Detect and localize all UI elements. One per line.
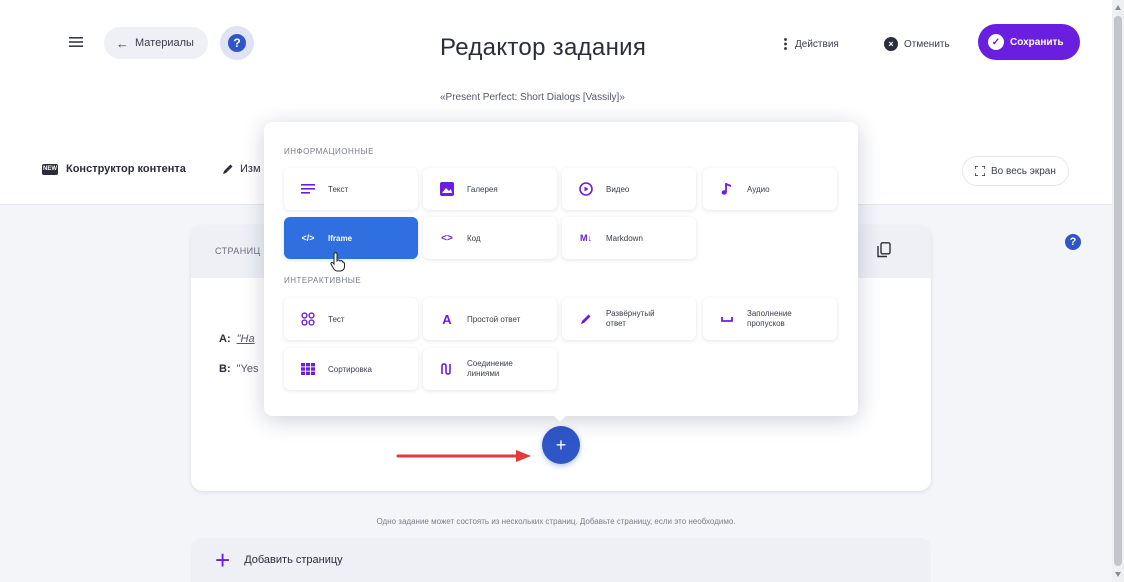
music-note-icon [719, 182, 735, 196]
block-simple-answer[interactable]: A Простой ответ [423, 298, 557, 340]
pencil-icon [223, 164, 233, 174]
copy-icon[interactable] [877, 242, 891, 258]
hand-cursor-icon [330, 252, 345, 272]
pen-icon [578, 313, 594, 325]
kebab-icon [784, 38, 787, 50]
play-icon [578, 182, 594, 196]
actions-button[interactable]: Действия [772, 29, 851, 59]
tab-content-constructor[interactable]: NEW Конструктор контента [42, 163, 186, 175]
section-interactive: ИНТЕРАКТИВНЫЕ [284, 276, 362, 285]
question-icon: ? [228, 34, 246, 52]
block-iframe[interactable]: </> Iframe [284, 217, 418, 259]
vertical-scrollbar[interactable] [1112, 0, 1124, 582]
popup-tail [552, 414, 568, 422]
block-label: Текст [328, 184, 349, 194]
block-fill-blanks[interactable]: Заполнение пропусков [703, 298, 837, 340]
block-sorting[interactable]: Сортировка [284, 348, 418, 390]
arrow-left-icon: ← [116, 35, 129, 51]
check-icon: ✓ [988, 34, 1004, 50]
gallery-icon [439, 182, 455, 196]
markdown-icon: M↓ [580, 233, 592, 243]
block-test[interactable]: Тест [284, 298, 418, 340]
block-gallery[interactable]: Галерея [423, 168, 557, 210]
block-label-line1: Заполнение [747, 309, 792, 318]
block-label-line1: Развёрнутый [606, 309, 655, 318]
pages-hint: Одно задание может состоять из нескольки… [376, 517, 736, 526]
connect-lines-icon [439, 363, 455, 375]
fullscreen-button[interactable]: Во весь экран [962, 156, 1069, 186]
scroll-thumb[interactable] [1114, 16, 1122, 566]
block-label: Тест [328, 314, 345, 324]
help-button[interactable]: ? [220, 26, 254, 60]
page-title: Редактор задания [440, 34, 647, 61]
sort-grid-icon [300, 363, 316, 375]
test-grid-icon [300, 312, 316, 326]
cancel-button[interactable]: × Отменить [876, 29, 962, 59]
save-button[interactable]: ✓ Сохранить [978, 24, 1080, 60]
constructor-label: Конструктор контента [66, 163, 186, 175]
block-markdown[interactable]: M↓ Markdown [562, 217, 696, 259]
cancel-label: Отменить [904, 38, 950, 50]
block-label-line2: линиями [467, 369, 500, 378]
card-help-icon[interactable]: ? [1065, 234, 1081, 250]
block-label: Markdown [606, 233, 643, 243]
task-subtitle: «Present Perfect: Short Dialogs [Vassily… [440, 92, 625, 103]
block-detailed-answer[interactable]: Развёрнутый ответ [562, 298, 696, 340]
block-label: Аудио [747, 184, 770, 194]
add-block-button[interactable]: + [542, 426, 580, 464]
dialog-text: "Ha [236, 333, 255, 345]
block-audio[interactable]: Аудио [703, 168, 837, 210]
add-page-label: Добавить страницу [244, 554, 343, 566]
scroll-up-icon[interactable] [1115, 5, 1121, 10]
dialog-text: "Yes [236, 363, 259, 375]
block-label: Видео [606, 184, 630, 194]
dialog-line-b: B: "Yes [219, 363, 258, 375]
edit-label: Изм [240, 163, 261, 175]
text-lines-icon [300, 184, 316, 194]
block-label: Галерея [467, 184, 498, 194]
block-type-popup: ИНФОРМАЦИОННЫЕ Текст Галерея Видео Аудио… [264, 122, 858, 416]
block-label-line2: ответ [606, 319, 626, 328]
block-label-line2: пропусков [747, 319, 785, 328]
blank-fill-icon [719, 315, 735, 323]
block-video[interactable]: Видео [562, 168, 696, 210]
simple-answer-icon: A [442, 311, 452, 327]
block-label-line1: Соединение [467, 359, 513, 368]
back-to-materials-button[interactable]: ← Материалы [104, 27, 208, 59]
iframe-code-icon: </> [301, 233, 315, 243]
menu-button[interactable] [62, 28, 90, 56]
speaker-label: A: [219, 333, 231, 345]
block-label: Iframe [328, 233, 353, 243]
code-brackets-icon: <> [441, 232, 453, 244]
page-label: СТРАНИЦ [215, 246, 261, 256]
block-label: Код [467, 233, 481, 243]
plus-icon: + [215, 545, 231, 575]
save-label: Сохранить [1010, 36, 1064, 48]
block-label: Сортировка [328, 364, 372, 374]
tab-edit[interactable]: Изм [222, 163, 261, 175]
back-label: Материалы [135, 37, 194, 49]
section-informational: ИНФОРМАЦИОННЫЕ [284, 147, 374, 156]
dialog-line-a: A: "Ha [219, 333, 255, 345]
block-connect-lines[interactable]: Соединение линиями [423, 348, 557, 390]
scroll-down-icon[interactable] [1115, 572, 1121, 577]
editor-page: ← Материалы ? Редактор задания «Present … [0, 0, 1124, 582]
add-page-button[interactable]: + Добавить страницу [191, 538, 931, 582]
hamburger-icon [69, 37, 83, 47]
fullscreen-icon [975, 166, 985, 176]
red-arrow-icon [396, 450, 531, 462]
block-label: Простой ответ [467, 314, 521, 324]
actions-label: Действия [795, 38, 839, 50]
fullscreen-label: Во весь экран [991, 165, 1056, 177]
cancel-icon: × [884, 37, 898, 51]
new-badge-icon: NEW [42, 163, 58, 175]
speaker-label: B: [219, 363, 231, 375]
block-code[interactable]: <> Код [423, 217, 557, 259]
block-text[interactable]: Текст [284, 168, 418, 210]
